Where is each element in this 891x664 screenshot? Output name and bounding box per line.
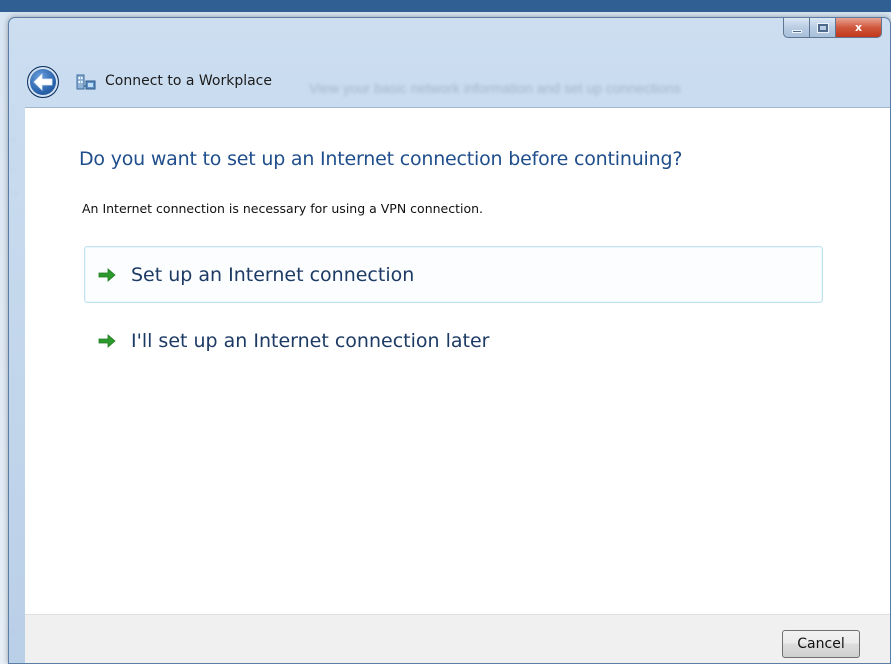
option-label: Set up an Internet connection [131, 263, 415, 286]
footer-bar: Cancel [25, 614, 890, 663]
green-arrow-icon [98, 333, 116, 348]
green-arrow-icon [98, 267, 116, 282]
description-text: An Internet connection is necessary for … [82, 201, 484, 216]
setup-later-link[interactable]: I'll set up an Internet connection later [84, 312, 823, 369]
caption-buttons: x [783, 18, 882, 38]
background-blur-text: View your basic network information and … [309, 80, 681, 96]
close-icon: x [854, 21, 863, 34]
connect-to-workplace-dialog: View your basic network information and … [8, 17, 891, 664]
back-button[interactable] [27, 66, 59, 98]
maximize-button[interactable] [810, 18, 836, 38]
close-button[interactable]: x [836, 18, 882, 38]
title-bar: View your basic network information and … [9, 18, 890, 104]
window-title: Connect to a Workplace [105, 73, 272, 89]
minimize-icon [791, 29, 802, 33]
setup-internet-connection-link[interactable]: Set up an Internet connection [84, 246, 823, 303]
minimize-button[interactable] [783, 18, 810, 38]
network-workplace-icon [76, 74, 96, 90]
page-heading: Do you want to set up an Internet connec… [79, 148, 683, 170]
option-label: I'll set up an Internet connection later [131, 329, 490, 352]
maximize-icon [816, 22, 829, 33]
content-panel: Do you want to set up an Internet connec… [25, 107, 890, 614]
cancel-button[interactable]: Cancel [782, 630, 860, 658]
back-arrow-icon [33, 73, 53, 91]
